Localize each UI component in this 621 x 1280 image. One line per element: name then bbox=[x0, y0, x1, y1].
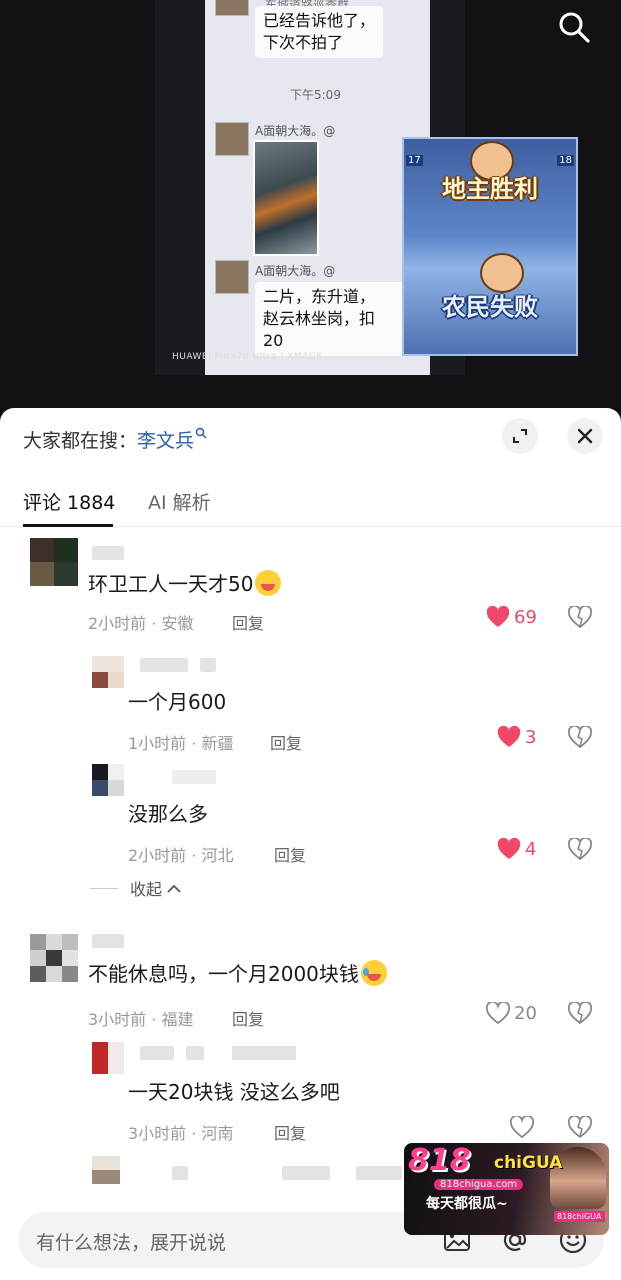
chat-sender: A面朝大海。@ bbox=[255, 124, 336, 138]
chat-avatar bbox=[215, 0, 249, 16]
camera-watermark: HUAWEI Pura70 Ultra | XMAGE bbox=[172, 352, 323, 362]
comment-meta: 3小时前 · 福建 bbox=[88, 1010, 194, 1029]
heart-filled-icon bbox=[497, 838, 521, 859]
reply-button[interactable]: 回复 bbox=[270, 730, 302, 754]
ad-side-label: 818chiGUA bbox=[554, 1211, 605, 1222]
comment-meta: 2小时前 · 安徽 bbox=[88, 614, 194, 633]
reply-button[interactable]: 回复 bbox=[232, 610, 264, 634]
dislike-icon[interactable] bbox=[568, 726, 592, 750]
avatar[interactable] bbox=[92, 656, 124, 688]
username-blurred bbox=[186, 1046, 204, 1060]
tab-ai-analysis[interactable]: AI 解析 bbox=[148, 488, 211, 515]
comment-text: 一天20块钱 没这么多吧 bbox=[128, 1080, 340, 1104]
like-button[interactable]: 4 bbox=[497, 838, 536, 860]
avatar[interactable] bbox=[30, 538, 78, 586]
ad-logo-suffix: chiGUA bbox=[494, 1153, 563, 1173]
chat-bubble-top: 已经告诉他了， 下次不拍了 bbox=[255, 6, 384, 58]
avatar[interactable] bbox=[30, 934, 78, 982]
comment-text: 环卫工人一天才50 bbox=[88, 568, 282, 597]
like-count: 69 bbox=[514, 606, 537, 628]
video-area[interactable]: 东城道路巡查群 已经告诉他了， 下次不拍了 下午5:09 A面朝大海。@ A面朝… bbox=[0, 0, 621, 408]
username-blurred[interactable] bbox=[140, 1046, 174, 1060]
reply-button[interactable]: 回复 bbox=[232, 1006, 264, 1030]
chat-sender: A面朝大海。@ bbox=[255, 264, 336, 278]
chat-avatar bbox=[215, 122, 249, 156]
reply-button[interactable]: 回复 bbox=[274, 842, 306, 866]
like-button[interactable]: 3 bbox=[497, 726, 536, 748]
game-corner-left: 17 bbox=[406, 155, 423, 166]
comment-meta: 3小时前 · 河南 bbox=[128, 1124, 234, 1143]
comment-input-placeholder: 有什么想法，展开说说 bbox=[36, 1232, 227, 1254]
username-blurred bbox=[232, 1046, 296, 1060]
comment-tabs: 评论 1884 AI 解析 bbox=[0, 478, 621, 527]
username-blurred[interactable] bbox=[92, 934, 124, 948]
heart-outline-icon bbox=[486, 1002, 510, 1024]
game-corner-right: 18 bbox=[557, 155, 574, 166]
chat-avatar bbox=[215, 260, 249, 294]
ad-slogan: 每天都很瓜~ bbox=[426, 1196, 508, 1212]
heart-filled-icon bbox=[497, 726, 521, 747]
hot-search-icon bbox=[195, 427, 207, 439]
chat-time: 下午5:09 bbox=[290, 88, 341, 102]
username-blurred bbox=[200, 658, 216, 672]
crying-laughing-emoji-icon bbox=[360, 960, 387, 986]
dislike-icon[interactable] bbox=[568, 1002, 592, 1026]
ad-logo: 818 bbox=[408, 1143, 471, 1178]
username-blurred[interactable] bbox=[92, 546, 124, 560]
chat-photo bbox=[253, 140, 319, 256]
avatar[interactable] bbox=[92, 1156, 120, 1184]
username-blurred[interactable] bbox=[140, 658, 188, 672]
hot-search-prefix: 大家都在搜： bbox=[23, 430, 138, 452]
like-count: 4 bbox=[525, 838, 537, 860]
like-button[interactable]: 69 bbox=[486, 606, 537, 628]
laughing-emoji-icon bbox=[255, 570, 282, 596]
comment-meta: 2小时前 · 河北 bbox=[128, 846, 234, 865]
hot-search[interactable]: 大家都在搜：李文兵 bbox=[23, 426, 207, 453]
like-button[interactable]: 20 bbox=[486, 1002, 537, 1024]
avatar[interactable] bbox=[92, 1042, 124, 1074]
username-blurred bbox=[356, 1166, 402, 1180]
comment-meta: 1小时前 · 新疆 bbox=[128, 734, 234, 753]
dislike-icon[interactable] bbox=[568, 1116, 592, 1140]
collapse-label: 收起 bbox=[130, 880, 163, 899]
reply-button[interactable]: 回复 bbox=[274, 1120, 306, 1144]
close-icon[interactable] bbox=[567, 418, 603, 454]
username-blurred[interactable] bbox=[172, 770, 216, 784]
comment-text: 没那么多 bbox=[128, 802, 208, 826]
search-icon[interactable] bbox=[557, 10, 591, 44]
avatar[interactable] bbox=[92, 764, 124, 796]
game-overlay: 17 18 地主胜利 农民失败 bbox=[402, 137, 578, 356]
username-blurred[interactable] bbox=[172, 1166, 188, 1180]
comment-text: 一个月600 bbox=[128, 690, 227, 714]
tab-underline bbox=[23, 524, 113, 527]
dislike-icon[interactable] bbox=[568, 606, 592, 630]
collapse-replies-button[interactable]: 收起 bbox=[90, 876, 182, 900]
ad-url: 818chigua.com bbox=[434, 1179, 524, 1190]
heart-filled-icon bbox=[486, 606, 510, 627]
game-win-text: 地主胜利 bbox=[442, 175, 538, 203]
collapse-divider bbox=[90, 887, 118, 889]
tab-comments[interactable]: 评论 1884 bbox=[23, 488, 115, 515]
chevron-up-icon bbox=[167, 884, 181, 893]
like-button[interactable] bbox=[510, 1116, 534, 1138]
like-count: 20 bbox=[514, 1002, 537, 1024]
watermark-ad-badge[interactable]: 818 chiGUA 818chigua.com 每天都很瓜~ 818chiGU… bbox=[404, 1143, 609, 1235]
dislike-icon[interactable] bbox=[568, 838, 592, 862]
comment-text: 不能休息吗，一个月2000块钱 bbox=[88, 958, 387, 987]
game-lose-text: 农民失败 bbox=[442, 293, 538, 321]
username-blurred bbox=[282, 1166, 330, 1180]
like-count: 3 bbox=[525, 726, 537, 748]
heart-outline-icon bbox=[510, 1116, 534, 1138]
expand-icon[interactable] bbox=[502, 418, 538, 454]
hot-search-term[interactable]: 李文兵 bbox=[137, 430, 194, 452]
